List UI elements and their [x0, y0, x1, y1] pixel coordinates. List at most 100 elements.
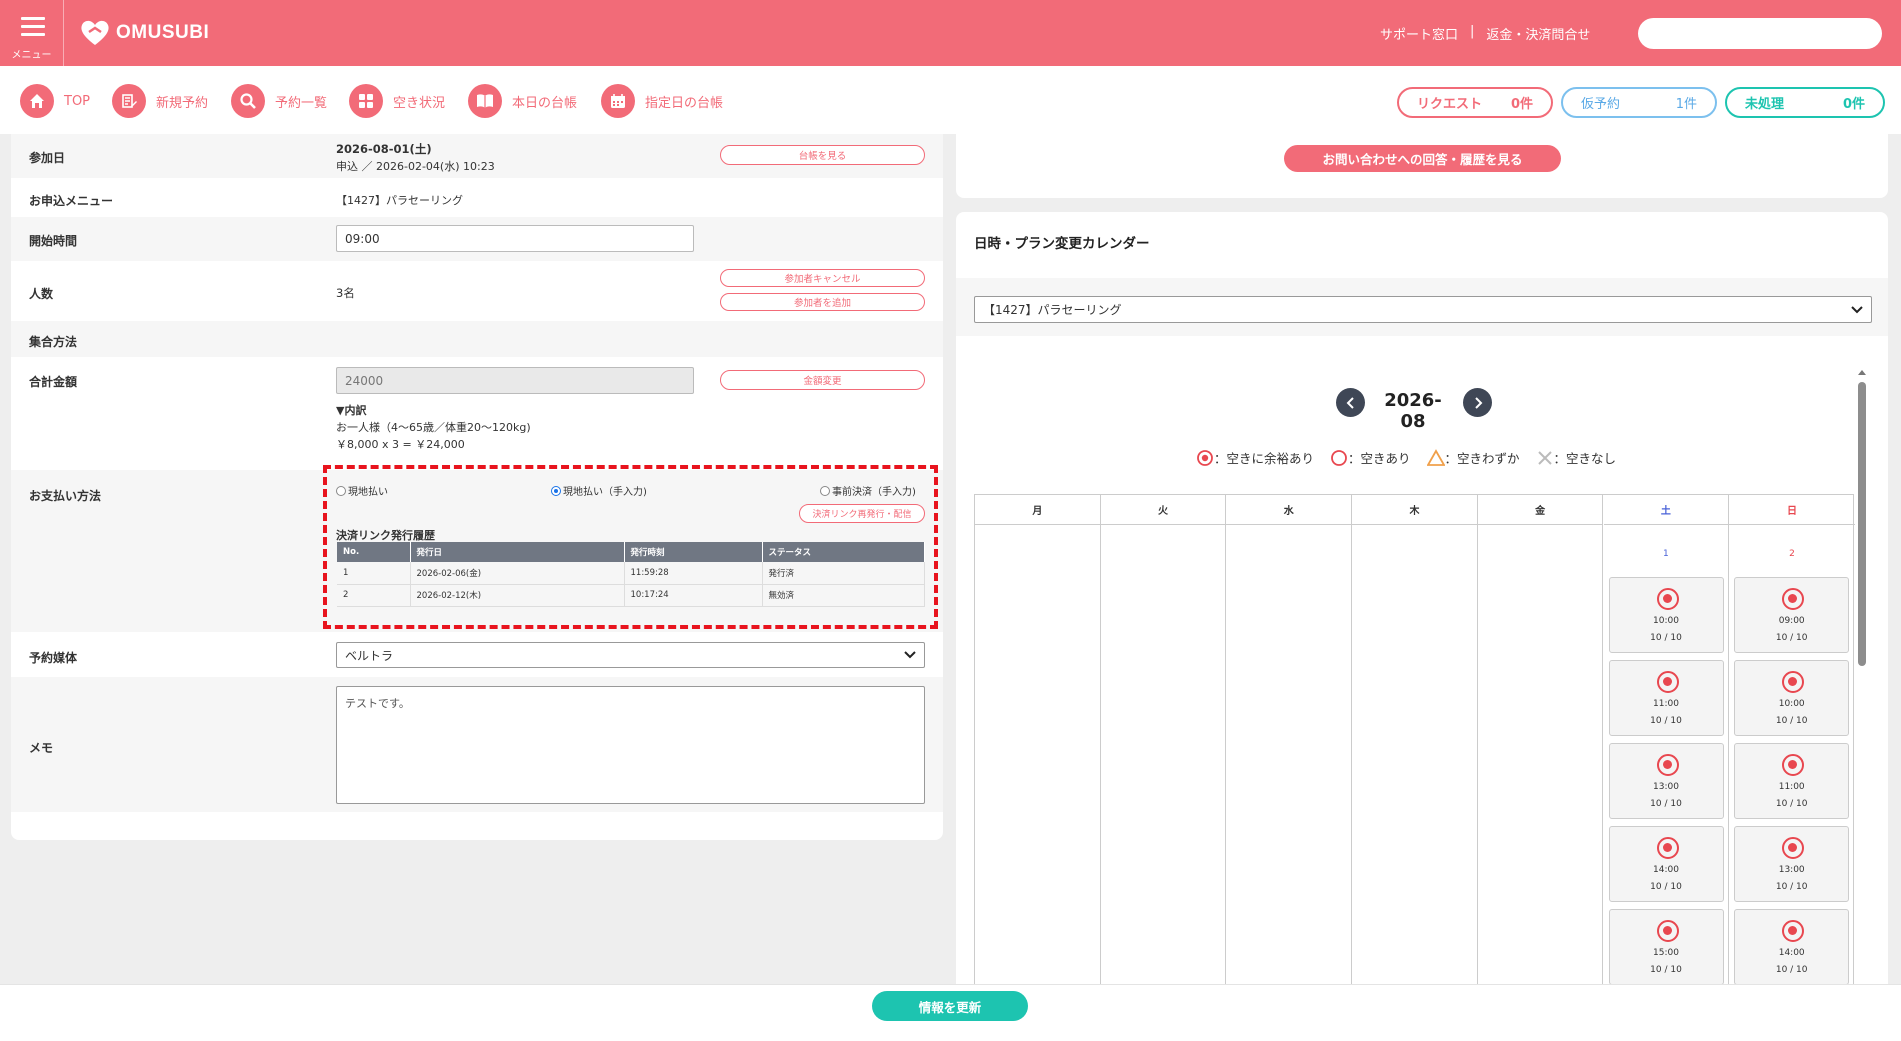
nav-label: 本日の台帳	[512, 95, 578, 111]
highlight-dashed-box	[323, 465, 938, 629]
nav-date-ledger[interactable]: 指定日の台帳	[601, 84, 723, 118]
legend-available: ：空きあり	[1330, 448, 1411, 467]
top-header: メニュー OMUSUBI サポート窓口 | 返金・決済問合せ	[0, 0, 1901, 66]
availability-legend: ：空きに余裕あり ：空きあり ：空きわずか ：空きなし	[1196, 448, 1632, 467]
heart-logo-icon	[81, 20, 109, 45]
nav-reservation-list[interactable]: 予約一覧	[231, 84, 327, 118]
scroll-up-arrow-icon[interactable]	[1857, 368, 1867, 376]
time-slot[interactable]: 15:00 10 / 10	[1608, 909, 1724, 985]
chevron-left-icon	[1346, 396, 1354, 409]
legend-none: ：空きなし	[1536, 448, 1616, 467]
time-slot[interactable]: 10:00 10 / 10	[1608, 577, 1724, 653]
people-value: 3名	[336, 286, 355, 300]
double-circle-icon	[1656, 837, 1679, 859]
breakdown-line-2: ￥8,000 x 3 = ￥24,000	[336, 438, 465, 451]
col-sun: 日 2 09:00 10 / 10 10:00 10 / 10 11:00 10 / …	[1729, 495, 1855, 993]
counter-count: 0件	[1510, 97, 1533, 112]
nav-label: 予約一覧	[275, 95, 328, 111]
prev-month-button[interactable]	[1336, 388, 1365, 417]
unprocessed-counter[interactable]: 未処理 0件	[1725, 87, 1885, 118]
breakdown-title: ▼内訳	[336, 404, 367, 417]
nav-label: 新規予約	[156, 95, 209, 111]
time-slot[interactable]: 14:00 10 / 10	[1608, 826, 1724, 902]
hamburger-icon	[21, 17, 45, 36]
nav-availability[interactable]: 空き状況	[349, 84, 445, 118]
chevron-down-icon	[904, 651, 916, 659]
col-sat: 土 1 10:00 10 / 10 11:00 10 / 10 13:00 10 / …	[1603, 495, 1730, 993]
double-circle-icon	[1782, 754, 1805, 776]
chevron-down-icon	[1851, 305, 1863, 313]
view-inquiry-history-button[interactable]: お問い合わせへの回答・履歴を見る	[1284, 145, 1561, 172]
application-info: 申込 ／ 2026-02-04(水) 10:23	[336, 160, 495, 173]
time-slot[interactable]: 14:00 10 / 10	[1734, 909, 1850, 985]
day-number: 2	[1789, 549, 1795, 559]
update-info-button[interactable]: 情報を更新	[872, 991, 1028, 1021]
circle-icon	[1331, 449, 1347, 466]
top-links: サポート窓口 | 返金・決済問合せ	[1380, 24, 1590, 43]
cancel-participant-button[interactable]: 参加者キャンセル	[720, 269, 925, 287]
view-ledger-button[interactable]: 台帳を見る	[720, 145, 925, 165]
double-circle-icon	[1782, 837, 1805, 859]
nav-new-reservation[interactable]: 新規予約	[112, 84, 208, 118]
add-participant-button[interactable]: 参加者を追加	[720, 293, 925, 311]
menu-label: メニュー	[11, 50, 52, 61]
book-icon	[468, 84, 502, 118]
counter-count: 1件	[1675, 97, 1697, 112]
breakdown-line-1: お一人様（4〜65歳／体重20〜120kg)	[336, 421, 531, 434]
meeting-method-label: 集合方法	[29, 335, 78, 349]
next-month-button[interactable]	[1463, 388, 1492, 417]
time-slot[interactable]: 11:00 10 / 10	[1608, 660, 1724, 736]
menu-value: 【1427】パラセーリング	[336, 194, 463, 207]
menu-button[interactable]: メニュー	[0, 0, 64, 66]
nav-label: 空き状況	[393, 95, 446, 111]
counter-label: 未処理	[1745, 97, 1785, 112]
search-icon	[231, 84, 265, 118]
refund-inquiry-link[interactable]: 返金・決済問合せ	[1486, 24, 1590, 43]
double-circle-icon	[1782, 588, 1805, 610]
counter-label: リクエスト	[1417, 97, 1483, 112]
participation-date-label: 参加日	[29, 151, 66, 165]
col-mon: 月	[975, 495, 1101, 993]
nav-today-ledger[interactable]: 本日の台帳	[468, 84, 577, 118]
logo[interactable]: OMUSUBI	[80, 18, 209, 48]
double-circle-icon	[1782, 671, 1805, 693]
time-slot[interactable]: 09:00 10 / 10	[1734, 577, 1850, 653]
col-fri: 金	[1477, 495, 1604, 993]
counter-count: 0件	[1842, 97, 1865, 112]
row-meeting-method	[11, 321, 943, 357]
weekday-sun: 日	[1729, 495, 1855, 525]
plan-select[interactable]: 【1427】パラセーリング	[974, 296, 1872, 323]
total-amount-input[interactable]: 24000	[336, 367, 694, 394]
time-slot[interactable]: 13:00 10 / 10	[1734, 826, 1850, 902]
nav-top[interactable]: TOP	[20, 84, 90, 118]
select-value: ベルトラ	[345, 648, 394, 663]
grid-icon	[349, 84, 383, 118]
request-counter[interactable]: リクエスト 0件	[1397, 87, 1553, 118]
calendar-scrollbar[interactable]	[1857, 368, 1867, 990]
calendar-grid: 月 火 水 木 金 土 1 10:00 10 / 10 11:00 10 / 10 …	[974, 494, 1855, 993]
memo-textarea[interactable]: テストです。	[336, 686, 925, 804]
scrollbar-thumb[interactable]	[1858, 382, 1866, 666]
support-link[interactable]: サポート窓口	[1380, 24, 1458, 43]
start-time-input[interactable]: 09:00	[336, 225, 694, 252]
weekday-fri: 金	[1477, 495, 1603, 525]
edit-icon	[112, 84, 146, 118]
col-wed: 水	[1226, 495, 1353, 993]
participation-date-value: 2026-08-01(土)	[336, 142, 432, 156]
logo-text: OMUSUBI	[116, 22, 210, 43]
provisional-counter[interactable]: 仮予約 1件	[1561, 87, 1717, 118]
nav-label: 指定日の台帳	[645, 95, 724, 111]
double-circle-icon	[1197, 449, 1213, 466]
calendar-icon	[601, 84, 635, 118]
time-slot[interactable]: 11:00 10 / 10	[1734, 743, 1850, 819]
nav-label: TOP	[64, 93, 91, 109]
double-circle-icon	[1656, 588, 1679, 610]
double-circle-icon	[1656, 671, 1679, 693]
link-separator: |	[1470, 24, 1475, 39]
counter-label: 仮予約	[1581, 97, 1621, 112]
time-slot[interactable]: 13:00 10 / 10	[1608, 743, 1724, 819]
booking-media-select[interactable]: ベルトラ	[336, 642, 925, 668]
change-amount-button[interactable]: 金額変更	[720, 370, 925, 390]
header-search-input[interactable]	[1638, 18, 1882, 49]
time-slot[interactable]: 10:00 10 / 10	[1734, 660, 1850, 736]
